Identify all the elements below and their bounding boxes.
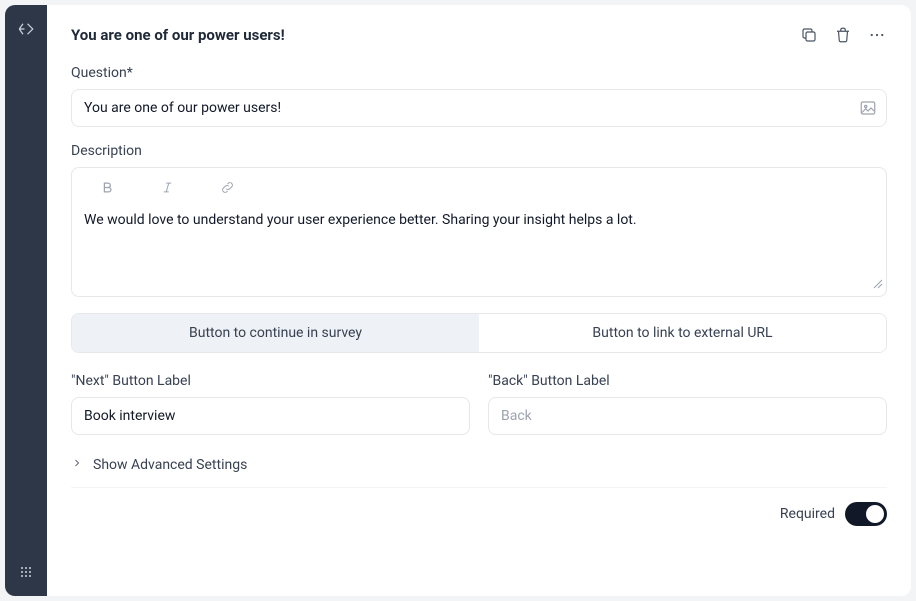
required-toggle[interactable] (845, 502, 887, 526)
next-button-input[interactable] (71, 397, 470, 435)
italic-icon[interactable] (158, 178, 176, 196)
sidebar (5, 5, 47, 596)
image-icon[interactable] (859, 99, 877, 117)
drag-handle-icon[interactable] (14, 560, 38, 584)
segment-external[interactable]: Button to link to external URL (479, 314, 886, 352)
duplicate-button[interactable] (799, 25, 819, 45)
page-title: You are one of our power users! (71, 26, 285, 44)
button-type-segments: Button to continue in survey Button to l… (71, 313, 887, 353)
bold-icon[interactable] (98, 178, 116, 196)
chevron-right-icon (71, 457, 83, 473)
link-icon[interactable] (218, 178, 236, 196)
editor-panel: You are one of our power users! Question… (47, 5, 911, 596)
question-type-icon[interactable] (14, 17, 38, 41)
description-editor: We would love to understand your user ex… (71, 167, 887, 297)
resize-handle-icon[interactable] (873, 274, 883, 293)
question-label: Question* (71, 65, 887, 81)
more-button[interactable] (867, 25, 887, 45)
delete-button[interactable] (833, 25, 853, 45)
required-label: Required (780, 506, 835, 522)
back-button-input[interactable] (488, 397, 887, 435)
description-label: Description (71, 143, 887, 159)
description-textarea[interactable]: We would love to understand your user ex… (72, 206, 886, 296)
advanced-settings-label: Show Advanced Settings (93, 457, 247, 473)
next-button-label: "Next" Button Label (71, 373, 470, 389)
show-advanced-settings[interactable]: Show Advanced Settings (71, 451, 887, 488)
back-button-label: "Back" Button Label (488, 373, 887, 389)
segment-continue[interactable]: Button to continue in survey (72, 314, 479, 352)
question-input[interactable] (71, 89, 887, 127)
